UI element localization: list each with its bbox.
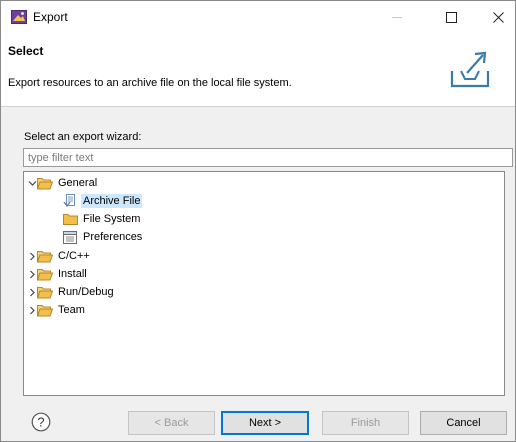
tree-item-run-debug[interactable]: Run/Debug [27,283,116,301]
cancel-button[interactable]: Cancel [420,411,507,435]
chevron-right-icon[interactable] [27,288,37,297]
folder-icon [62,212,78,226]
help-icon[interactable]: ? [31,412,51,432]
finish-button[interactable]: Finish [322,411,409,435]
folder-open-icon [37,249,53,263]
next-button[interactable]: Next > [221,411,309,435]
folder-open-icon [37,303,53,317]
tree-item-cpp[interactable]: C/C++ [27,247,92,265]
chevron-right-icon[interactable] [27,306,37,315]
svg-text:?: ? [37,415,44,430]
export-banner-icon [450,51,490,88]
tree-item-install[interactable]: Install [27,265,89,283]
archive-file-icon [62,194,78,208]
filter-input[interactable] [23,148,513,167]
chevron-down-icon[interactable] [27,179,37,188]
tree-item-team[interactable]: Team [27,301,87,319]
folder-open-icon [37,285,53,299]
wizard-tree[interactable]: General Archive File File System Prefere… [23,171,505,396]
close-icon [492,12,504,23]
tree-item-general[interactable]: General [27,174,99,192]
folder-open-icon [37,176,53,190]
tree-item-file-system[interactable]: File System [62,210,142,228]
title-bar[interactable]: Export [1,1,515,34]
minimize-icon [391,17,402,18]
maximize-icon [445,12,457,23]
back-button[interactable]: < Back [128,411,215,435]
tree-item-label: Team [58,304,85,316]
tree-item-label: Archive File [81,194,143,208]
close-button[interactable] [475,1,516,34]
chevron-right-icon[interactable] [27,252,37,261]
folder-open-icon [37,267,53,281]
tree-item-label: General [58,177,98,189]
app-icon [11,10,27,24]
wizard-header: Select Export resources to an archive fi… [1,34,515,107]
export-dialog: Export Select Export resources to an arc… [0,0,516,442]
tree-item-archive-file[interactable]: Archive File [62,192,143,210]
preferences-icon [62,230,78,244]
tree-item-label: File System [83,213,141,225]
tree-item-label: Run/Debug [58,286,114,298]
chevron-right-icon[interactable] [27,270,37,279]
maximize-button[interactable] [428,1,474,34]
minimize-button[interactable] [374,1,420,34]
page-description: Export resources to an archive file on t… [8,77,292,89]
tree-item-label: C/C++ [58,250,90,262]
window-title: Export [33,10,68,24]
wizard-label: Select an export wizard: [24,131,142,143]
page-title: Select [8,44,44,58]
tree-item-label: Install [58,268,87,280]
tree-item-label: Preferences [83,231,143,243]
tree-item-preferences[interactable]: Preferences [62,228,144,246]
